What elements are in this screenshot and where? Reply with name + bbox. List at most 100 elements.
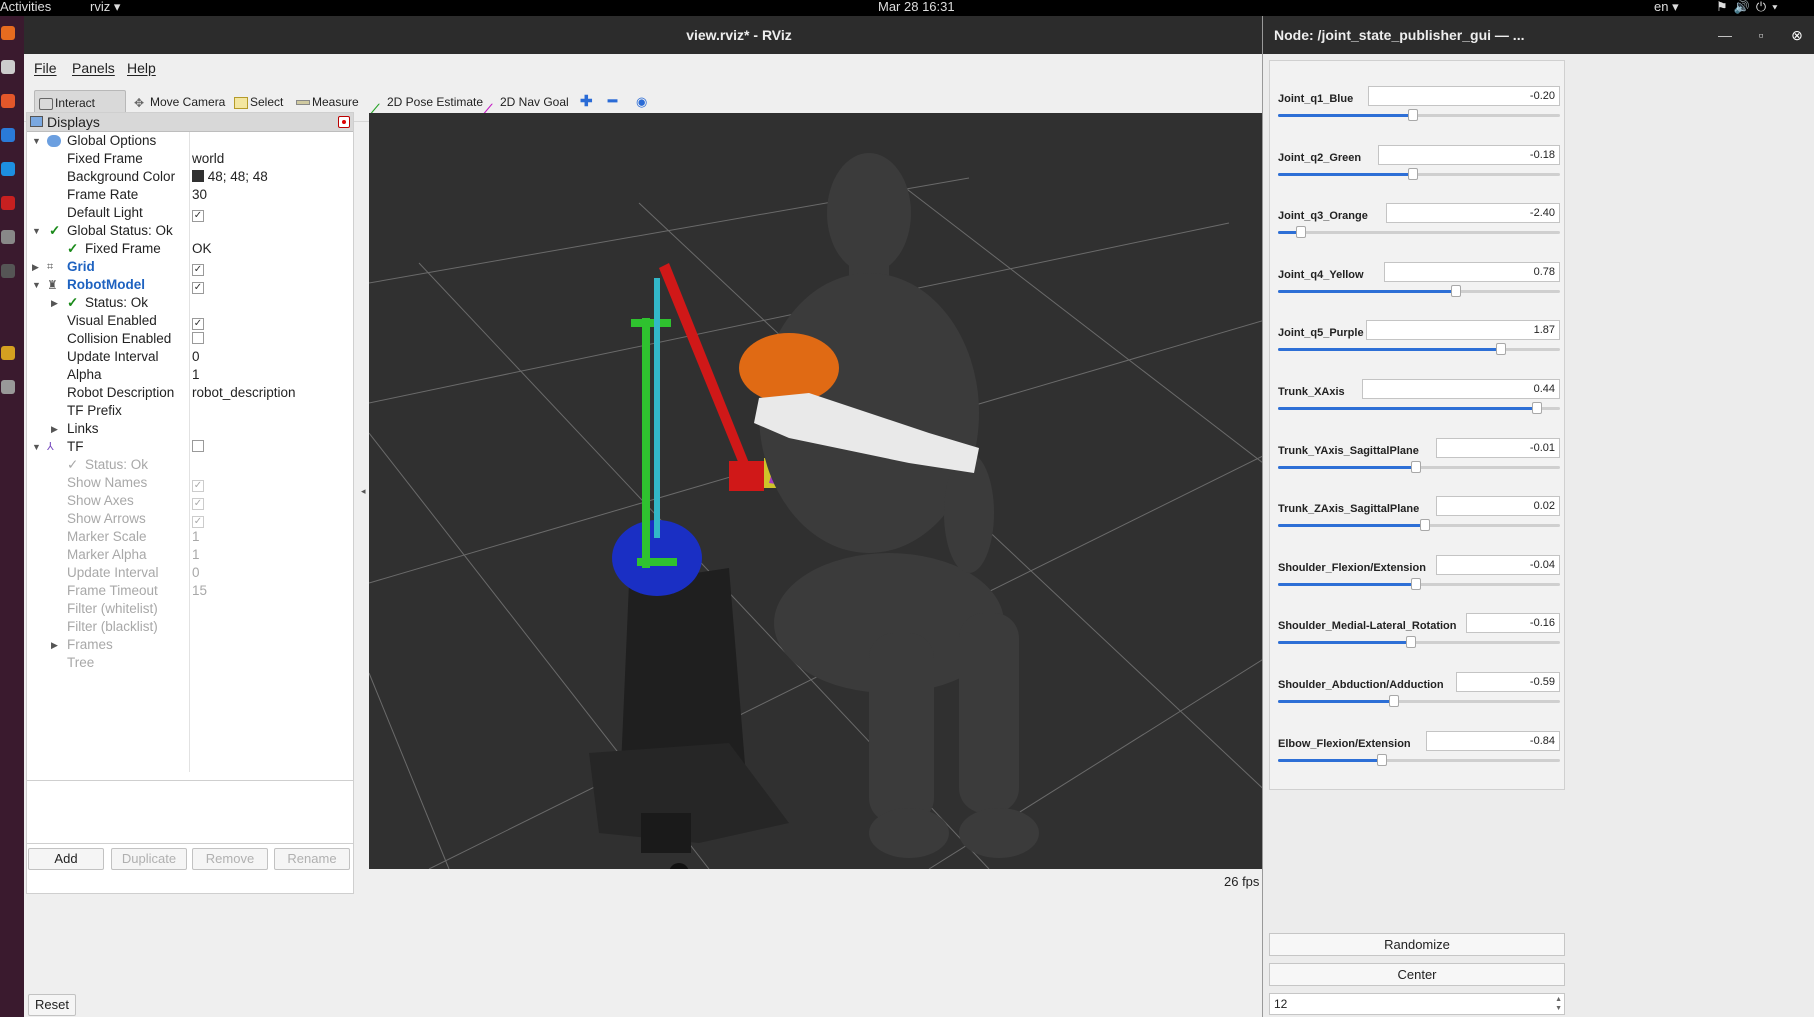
- tree-row[interactable]: Fixed Frame world: [27, 150, 353, 168]
- rviz-titlebar[interactable]: view.rviz* - RViz — ▫ ×: [24, 16, 1454, 54]
- joint-value-field[interactable]: 0.02: [1436, 496, 1560, 517]
- collapse-arrow-icon[interactable]: ▼: [32, 438, 41, 456]
- tree-row[interactable]: Default Light ✓: [27, 204, 353, 222]
- app-menu[interactable]: rviz ▾: [90, 0, 120, 14]
- duplicate-button[interactable]: Duplicate: [111, 848, 187, 870]
- tree-row[interactable]: Background Color 48; 48; 48: [27, 168, 353, 186]
- tree-row[interactable]: ✓ Status: Ok: [27, 456, 353, 474]
- close-icon[interactable]: ⊗: [1787, 25, 1807, 45]
- camera-view-icon[interactable]: ◉: [632, 90, 647, 114]
- clock[interactable]: Mar 28 16:31: [878, 0, 955, 14]
- tree-row[interactable]: Alpha 1: [27, 366, 353, 384]
- joint-slider[interactable]: [1278, 167, 1560, 180]
- slider-count-spinbox[interactable]: 12 ▲ ▼: [1269, 993, 1565, 1015]
- slider-handle[interactable]: [1450, 284, 1461, 297]
- tree-row[interactable]: ▶ Links: [27, 420, 353, 438]
- tree-row[interactable]: Update Interval 0: [27, 348, 353, 366]
- reset-button[interactable]: Reset: [28, 994, 76, 1016]
- tree-row[interactable]: ▼ Global Options: [27, 132, 353, 150]
- joint-slider[interactable]: [1278, 460, 1560, 473]
- slider-handle[interactable]: [1411, 460, 1422, 473]
- remove-button[interactable]: Remove: [192, 848, 268, 870]
- randomize-button[interactable]: Randomize: [1269, 933, 1565, 956]
- vscode-icon[interactable]: [1, 162, 15, 176]
- tree-row[interactable]: ▼ ♜ RobotModel ✓: [27, 276, 353, 294]
- slider-handle[interactable]: [1408, 167, 1419, 180]
- joint-value-field[interactable]: -0.01: [1436, 437, 1560, 458]
- 3d-viewport[interactable]: [369, 113, 1289, 869]
- joint-slider[interactable]: [1278, 519, 1560, 532]
- splitter-handle-left[interactable]: ◂: [361, 486, 366, 497]
- joint-slider[interactable]: [1278, 226, 1560, 239]
- tree-row[interactable]: Show Names ✓: [27, 474, 353, 492]
- tree-row[interactable]: Robot Description robot_description: [27, 384, 353, 402]
- joint-value-field[interactable]: -0.04: [1436, 554, 1560, 575]
- maximize-icon[interactable]: ▫: [1751, 25, 1771, 45]
- nav-goal-tool[interactable]: ⟋ 2D Nav Goal: [480, 90, 569, 116]
- joint-slider[interactable]: [1278, 402, 1560, 414]
- joint-slider[interactable]: [1278, 636, 1560, 649]
- slider-handle[interactable]: [1495, 343, 1506, 356]
- app-icon[interactable]: [1, 346, 15, 360]
- tree-row[interactable]: Visual Enabled ✓: [27, 312, 353, 330]
- software-icon[interactable]: [1, 94, 15, 108]
- expand-arrow-icon[interactable]: ▶: [32, 258, 39, 276]
- visual-enabled-checkbox[interactable]: ✓: [192, 318, 204, 330]
- add-tool-icon[interactable]: ✚: [576, 90, 593, 114]
- tf-checkbox[interactable]: [192, 440, 204, 452]
- tree-row[interactable]: ▶ Frames: [27, 636, 353, 654]
- tree-row[interactable]: ▶ ✓ Status: Ok: [27, 294, 353, 312]
- tree-row[interactable]: ✓ Fixed Frame OK: [27, 240, 353, 258]
- firefox-icon[interactable]: [1, 26, 15, 40]
- minimize-icon[interactable]: —: [1715, 25, 1735, 45]
- slider-handle[interactable]: [1388, 695, 1399, 707]
- trash-icon[interactable]: [1, 380, 15, 394]
- tree-row[interactable]: Frame Rate 30: [27, 186, 353, 204]
- slider-handle[interactable]: [1295, 226, 1306, 239]
- select-tool[interactable]: Select: [230, 90, 283, 114]
- joint-value-field[interactable]: 1.87: [1366, 320, 1560, 341]
- joint-value-field[interactable]: 0.78: [1384, 261, 1560, 282]
- pose-estimate-tool[interactable]: ⟋ 2D Pose Estimate: [367, 90, 483, 116]
- tree-row[interactable]: TF Prefix: [27, 402, 353, 420]
- menu-panels[interactable]: Panels: [72, 60, 115, 76]
- rename-button[interactable]: Rename: [274, 848, 350, 870]
- bg-color-value[interactable]: 48; 48; 48: [192, 168, 268, 186]
- menu-file[interactable]: File: [34, 60, 57, 76]
- default-light-checkbox[interactable]: ✓: [192, 210, 204, 222]
- activities-button[interactable]: Activities: [0, 0, 51, 14]
- add-button[interactable]: Add: [28, 848, 104, 870]
- files-icon[interactable]: [1, 60, 15, 74]
- tree-row[interactable]: Show Axes ✓: [27, 492, 353, 510]
- joint-value-field[interactable]: -0.20: [1368, 86, 1560, 106]
- joint-slider[interactable]: [1278, 753, 1560, 766]
- menu-help[interactable]: Help: [127, 60, 156, 76]
- joint-value-field[interactable]: -0.18: [1378, 144, 1560, 165]
- center-button[interactable]: Center: [1269, 963, 1565, 986]
- collapse-arrow-icon[interactable]: ▼: [32, 222, 41, 240]
- tree-row[interactable]: ▶ ⌗ Grid ✓: [27, 258, 353, 276]
- tree-row[interactable]: Filter (whitelist): [27, 600, 353, 618]
- joint-slider[interactable]: [1278, 577, 1560, 590]
- joint-value-field[interactable]: -2.40: [1386, 203, 1560, 224]
- tree-row[interactable]: Collision Enabled: [27, 330, 353, 348]
- expand-arrow-icon[interactable]: ▶: [51, 636, 58, 654]
- joint-slider[interactable]: [1278, 695, 1560, 707]
- expand-arrow-icon[interactable]: ▶: [51, 294, 58, 312]
- slider-handle[interactable]: [1411, 577, 1422, 590]
- robot-model-checkbox[interactable]: ✓: [192, 282, 204, 294]
- tree-row[interactable]: Marker Alpha 1: [27, 546, 353, 564]
- tree-row[interactable]: ▼ ✓ Global Status: Ok: [27, 222, 353, 240]
- joint-value-field[interactable]: -0.84: [1426, 730, 1560, 751]
- tree-row[interactable]: Show Arrows ✓: [27, 510, 353, 528]
- remove-tool-icon[interactable]: ━: [604, 90, 617, 114]
- tree-row[interactable]: Marker Scale 1: [27, 528, 353, 546]
- rviz-icon[interactable]: [1, 264, 15, 278]
- jsp-titlebar[interactable]: Node: /joint_state_publisher_gui — ... —…: [1263, 16, 1814, 54]
- tree-row[interactable]: Update Interval 0: [27, 564, 353, 582]
- joint-value-field[interactable]: -0.59: [1456, 672, 1560, 692]
- move-camera-tool[interactable]: ✥ Move Camera: [130, 90, 225, 114]
- joint-value-field[interactable]: 0.44: [1362, 379, 1560, 399]
- color-swatch[interactable]: [192, 170, 204, 182]
- joint-slider[interactable]: [1278, 284, 1560, 297]
